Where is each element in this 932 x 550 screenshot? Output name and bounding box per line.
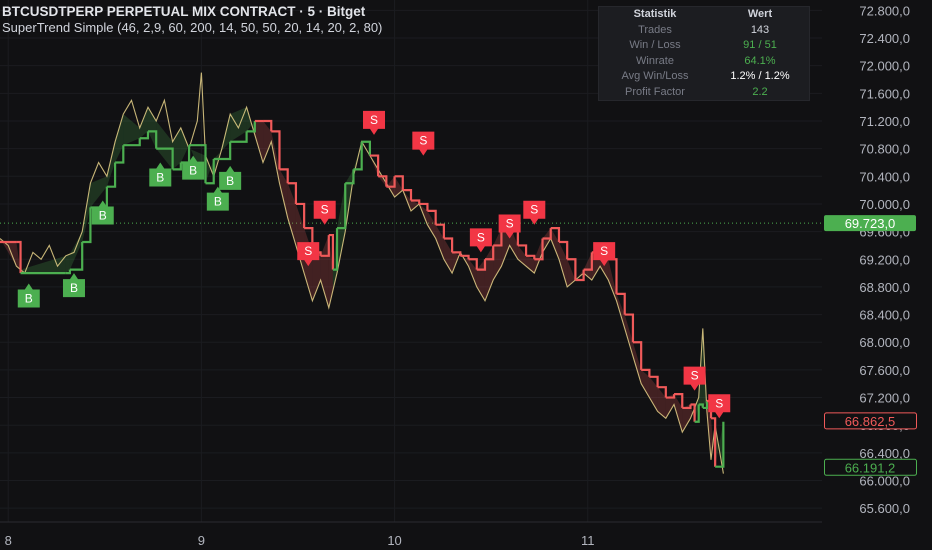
trend-fill-segment <box>254 120 264 163</box>
buy-signal-label[interactable]: B <box>206 186 229 211</box>
sell-label-text: S <box>715 396 723 410</box>
y-tick-label: 67.600,0 <box>859 363 910 378</box>
y-tick-label: 65.600,0 <box>859 501 910 516</box>
price-label-text: 66.862,5 <box>845 414 896 429</box>
buy-signal-label[interactable]: B <box>149 162 172 187</box>
x-tick-label: 8 <box>5 533 12 548</box>
stats-value: 2.2 <box>752 85 768 98</box>
y-tick-label: 68.400,0 <box>859 308 910 323</box>
stats-header-row: Statistik Wert <box>599 7 809 23</box>
stats-row: Trades 143 <box>599 23 809 39</box>
trend-fill-segment <box>320 235 329 308</box>
trend-fill-segment <box>263 120 272 163</box>
y-axis: 65.600,066.000,066.400,066.800,067.200,0… <box>859 3 910 516</box>
price-line <box>0 72 724 474</box>
y-tick-label: 67.200,0 <box>859 391 910 406</box>
trend-fill-segment <box>427 210 436 239</box>
price-label-text: 66.191,2 <box>845 460 896 475</box>
y-tick-label: 72.000,0 <box>859 59 910 74</box>
x-tick-label: 11 <box>581 533 595 548</box>
y-tick-label: 66.400,0 <box>859 446 910 461</box>
y-tick-label: 71.600,0 <box>859 86 910 101</box>
stats-value: 91 / 51 <box>743 39 777 51</box>
sell-signal-label[interactable]: S <box>523 200 546 225</box>
sell-signal-label[interactable]: S <box>313 200 336 225</box>
price-series <box>0 72 724 474</box>
sell-signal-label[interactable]: S <box>412 131 435 156</box>
x-axis: 8 9 10 11 <box>0 521 822 548</box>
buy-label-text: B <box>214 195 222 209</box>
trend-fill-segment <box>484 245 494 301</box>
stats-value: 64.1% <box>744 54 776 67</box>
x-tick-label: 10 <box>387 533 401 548</box>
trend-fill-segment <box>550 228 559 260</box>
y-tick-label: 68.000,0 <box>859 335 910 350</box>
stats-header-label: Statistik <box>633 8 677 20</box>
signal-markers: BBBB BBBSSSSSSSSSS <box>17 110 731 419</box>
sell-label-text: S <box>419 134 427 148</box>
sell-label-text: S <box>370 113 378 127</box>
stats-label: Winrate <box>636 54 674 67</box>
sell-signal-label[interactable]: S <box>363 110 386 135</box>
stats-value: 143 <box>750 23 770 36</box>
buy-label-text: B <box>156 170 164 184</box>
stats-row: Profit Factor 2.2 <box>599 85 809 101</box>
y-tick-label: 70.400,0 <box>859 169 910 184</box>
trend-fill-segment <box>641 369 650 398</box>
stats-header-value: Wert <box>747 8 773 20</box>
buy-label-text: B <box>99 209 107 223</box>
statistics-table: Statistik Wert Trades 143 Win / Loss 91 / 5… <box>598 6 810 101</box>
y-tick-label: 68.800,0 <box>859 280 910 295</box>
price-label: 66.191,2 <box>824 458 917 476</box>
trend-fill-segment <box>526 255 535 274</box>
trend-fill-segment <box>657 387 666 419</box>
buy-label-text: B <box>25 291 33 305</box>
sell-label-text: S <box>304 244 312 258</box>
sell-label-text: S <box>477 230 485 244</box>
x-tick-label: 9 <box>198 533 205 548</box>
trend-fill-segment <box>632 342 642 384</box>
buy-signal-label[interactable]: B <box>62 273 85 298</box>
trend-fill-segment <box>90 176 107 208</box>
sell-label-text: S <box>691 369 699 383</box>
y-tick-label: 72.400,0 <box>859 31 910 46</box>
y-tick-label: 69.200,0 <box>859 252 910 267</box>
indicator-legend[interactable]: SuperTrend Simple (46, 2,9, 60, 200, 14,… <box>2 20 382 35</box>
stats-row: Win / Loss 91 / 51 <box>599 38 809 54</box>
y-tick-label: 71.200,0 <box>859 114 910 129</box>
y-tick-label: 72.800,0 <box>859 3 910 18</box>
trend-fill-segment <box>649 376 658 412</box>
trend-fill-segment <box>295 203 305 274</box>
sell-label-text: S <box>530 203 538 217</box>
trend-fill-segment <box>287 183 296 246</box>
stats-row: Winrate 64.1% <box>599 54 809 70</box>
chart-title[interactable]: BTCUSDTPERP PERPETUAL MIX CONTRACT · 5 ·… <box>2 4 365 19</box>
price-label-text: 69.723,0 <box>845 216 896 231</box>
buy-label-text: B <box>226 174 234 188</box>
sell-label-text: S <box>321 203 329 217</box>
stats-row: Avg Win/Loss 1.2% / 1.2% <box>599 69 809 85</box>
price-label: 66.862,5 <box>824 412 917 430</box>
buy-signal-label[interactable]: B <box>219 165 242 190</box>
y-tick-label: 70.000,0 <box>859 197 910 212</box>
trend-fill-segment <box>624 314 633 357</box>
stats-label: Trades <box>638 23 672 36</box>
stats-label: Profit Factor <box>625 85 685 98</box>
stats-label: Win / Loss <box>629 39 681 51</box>
trend-fill-segment <box>608 259 617 301</box>
sell-label-text: S <box>506 217 514 231</box>
buy-label-text: B <box>189 164 197 178</box>
buy-label-text: B <box>70 281 78 295</box>
trend-fill-segment <box>443 238 453 274</box>
sell-signal-label[interactable]: S <box>469 228 492 253</box>
stats-value: 1.2% / 1.2% <box>730 70 790 82</box>
sell-label-text: S <box>600 244 608 258</box>
price-label: 69.723,0 <box>824 215 916 232</box>
y-tick-label: 70.800,0 <box>859 142 910 157</box>
stats-label: Avg Win/Loss <box>621 70 689 82</box>
